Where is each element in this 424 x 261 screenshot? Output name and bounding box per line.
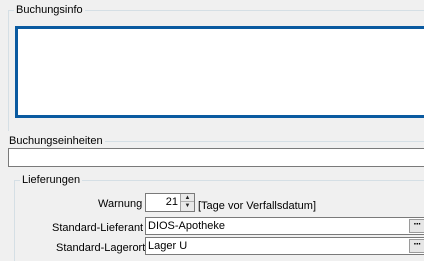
lieferant-browse-button[interactable]: ··· [409, 219, 424, 233]
lieferant-value: DIOS-Apotheke [148, 220, 226, 232]
warnung-spinner-buttons: ▲ ▼ [180, 194, 194, 211]
lieferungen-title: Lieferungen [20, 174, 83, 187]
lagerort-field[interactable]: Lager U ··· [145, 237, 424, 255]
lieferant-label: Standard-Lieferant [52, 222, 144, 234]
warnung-value: 21 [165, 196, 178, 208]
spin-down-icon[interactable]: ▼ [181, 202, 194, 210]
lieferant-field[interactable]: DIOS-Apotheke ··· [145, 217, 424, 235]
lagerort-label: Standard-Lagerort [56, 242, 146, 254]
warnung-unit-label: [Tage vor Verfallsdatum] [198, 200, 317, 212]
buchungsinfo-textarea[interactable] [15, 26, 424, 118]
buchungseinheiten-title: Buchungseinheiten [7, 135, 105, 148]
warnung-spinner[interactable]: 21 ▲ ▼ [145, 193, 195, 212]
spin-up-icon[interactable]: ▲ [181, 194, 194, 202]
lagerort-value: Lager U [148, 240, 188, 252]
warnung-label: Warnung [98, 198, 143, 210]
buchungseinheiten-field[interactable] [8, 148, 424, 167]
buchungsinfo-title: Buchungsinfo [14, 4, 85, 17]
lagerort-browse-button[interactable]: ··· [409, 239, 424, 253]
